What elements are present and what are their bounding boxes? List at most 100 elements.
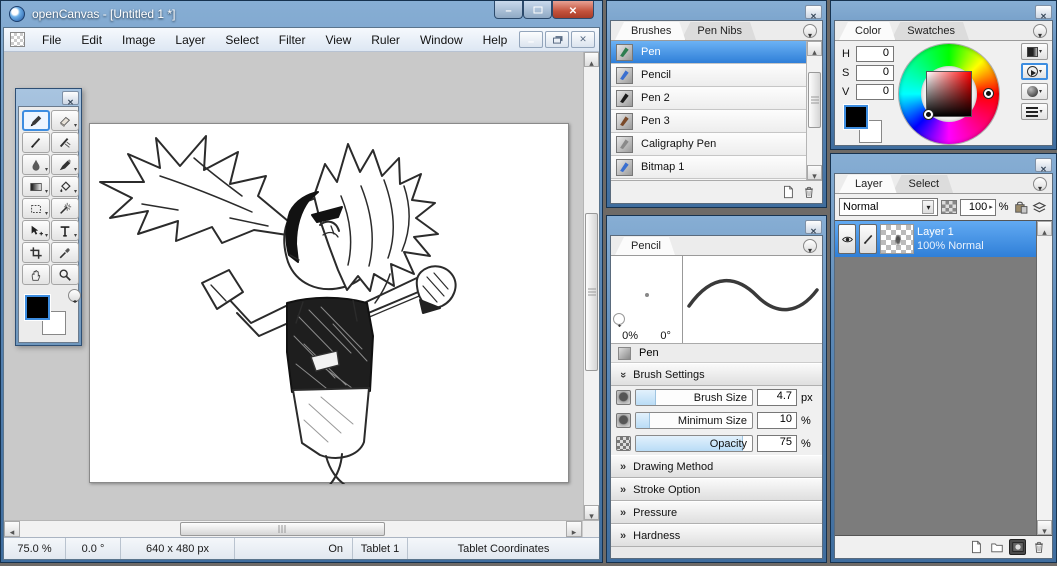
menu-layer[interactable]: Layer [166,30,214,50]
panel-menu-icon[interactable] [803,239,817,253]
new-brush-button[interactable] [779,184,796,200]
section-stroke-option[interactable]: Stroke Option [611,478,822,501]
tool-brush[interactable] [51,154,79,175]
layer-opacity-input[interactable]: 100 [960,198,996,216]
color-mode-wheel-button[interactable] [1021,63,1048,80]
scroll-down-icon[interactable] [807,165,822,180]
tool-blur[interactable] [22,154,50,175]
layer-mask-button[interactable] [1009,539,1026,555]
tool-bucket[interactable] [51,176,79,197]
toolbox-titlebar[interactable] [18,91,79,106]
toolbox-window[interactable] [15,88,82,346]
vscroll-thumb[interactable] [585,213,598,371]
brushes-panel-titlebar[interactable] [610,4,823,20]
menu-help[interactable]: Help [474,30,517,50]
brush-list-scrollbar[interactable] [806,41,822,180]
minimum-size-slider[interactable]: Minimum Size [635,412,753,429]
blend-mode-select[interactable]: Normal [839,198,939,216]
mdi-close-button[interactable]: ✕ [571,31,595,48]
color-panel-close-icon[interactable] [1035,5,1052,19]
section-pressure[interactable]: Pressure [611,501,822,524]
color-wheel[interactable] [899,44,999,144]
brush-item-pen-3[interactable]: Pen 3 [611,110,806,133]
panel-menu-icon[interactable] [803,24,817,38]
title-bar[interactable]: openCanvas - [Untitled 1 *] [3,1,600,27]
brush-item-pencil[interactable]: Pencil [611,64,806,87]
tab-pencil[interactable]: Pencil [615,237,675,255]
vertical-scrollbar[interactable] [583,52,599,520]
brush-item-bitmap-1[interactable]: Bitmap 1 [611,156,806,179]
section-hardness[interactable]: Hardness [611,524,822,547]
color-mode-ball-button[interactable] [1021,83,1048,100]
scroll-down-icon[interactable] [1037,520,1052,535]
drawing-canvas[interactable] [89,123,569,491]
tab-layer[interactable]: Layer [839,175,897,193]
saturation-input[interactable]: 0 [856,65,894,81]
brush-item-caligraphy-pen[interactable]: Caligraphy Pen [611,133,806,156]
scroll-right-icon[interactable] [566,521,582,537]
menu-view[interactable]: View [316,30,360,50]
minimize-button[interactable] [494,1,523,19]
opacity-slider[interactable]: Opacity [635,435,753,452]
new-layer-button[interactable] [967,539,984,555]
panel-menu-icon[interactable] [1033,177,1047,191]
brush-settings-header[interactable]: Brush Settings [611,363,822,386]
delete-layer-button[interactable] [1030,539,1047,555]
brush-item-pen-2[interactable]: Pen 2 [611,87,806,110]
color-panel-titlebar[interactable] [834,4,1053,20]
tool-gradient[interactable] [22,176,50,197]
layer-panel-titlebar[interactable] [834,157,1053,173]
scroll-up-icon[interactable] [584,52,599,67]
tab-pen-nibs[interactable]: Pen Nibs [681,22,756,40]
layer-thumbnail[interactable] [880,224,914,254]
mdi-restore-button[interactable] [545,31,569,48]
delete-brush-button[interactable] [800,184,817,200]
foreground-color-swatch[interactable] [843,104,869,130]
tool-pen[interactable] [22,110,50,131]
mdi-minimize-button[interactable] [519,31,543,48]
hue-marker-icon[interactable] [984,89,993,98]
scroll-up-icon[interactable] [1037,221,1052,236]
layer-row-layer-1[interactable]: Layer 1 100% Normal [835,221,1036,257]
brush-size-value[interactable]: 4.7 [757,389,797,406]
section-drawing-method[interactable]: Drawing Method [611,455,822,478]
pencil-panel-titlebar[interactable] [610,219,823,235]
menu-image[interactable]: Image [113,30,164,50]
new-layer-folder-button[interactable] [988,539,1005,555]
color-mode-sliders-button[interactable] [1021,103,1048,120]
maximize-button[interactable] [523,1,552,19]
brush-size-slider[interactable]: Brush Size [635,389,753,406]
layer-paint-button[interactable] [859,224,877,254]
scroll-thumb[interactable] [808,72,821,128]
tool-selection[interactable] [22,198,50,219]
menu-ruler[interactable]: Ruler [362,30,409,50]
tool-text[interactable] [51,220,79,241]
tab-select[interactable]: Select [893,175,954,193]
lock-icon[interactable] [1012,200,1029,215]
menu-edit[interactable]: Edit [72,30,111,50]
tip-adjust-icon[interactable] [613,313,625,325]
color-mode-gradient-button[interactable] [1021,43,1048,60]
brush-item-pen[interactable]: Pen [611,41,806,64]
value-input[interactable]: 0 [856,84,894,100]
hscroll-track[interactable] [20,521,566,537]
swap-colors-icon[interactable] [68,289,81,302]
pencil-panel-close-icon[interactable] [805,220,822,234]
menu-file[interactable]: File [33,30,70,50]
tool-hand[interactable] [22,264,50,285]
close-button[interactable] [552,1,594,19]
minimum-size-value[interactable]: 10 [757,412,797,429]
hue-input[interactable]: 0 [856,46,894,62]
tool-crop[interactable] [22,242,50,263]
tool-eyedropper[interactable] [51,242,79,263]
toolbox-close-icon[interactable] [62,91,79,105]
menu-select[interactable]: Select [216,30,267,50]
layer-panel-close-icon[interactable] [1035,158,1052,172]
tool-pencil[interactable] [22,132,50,153]
opacity-value[interactable]: 75 [757,435,797,452]
tab-swatches[interactable]: Swatches [891,22,969,40]
tool-move[interactable] [22,220,50,241]
sv-marker-icon[interactable] [924,110,933,119]
vscroll-track[interactable] [584,67,599,505]
tool-zoom[interactable] [51,264,79,285]
